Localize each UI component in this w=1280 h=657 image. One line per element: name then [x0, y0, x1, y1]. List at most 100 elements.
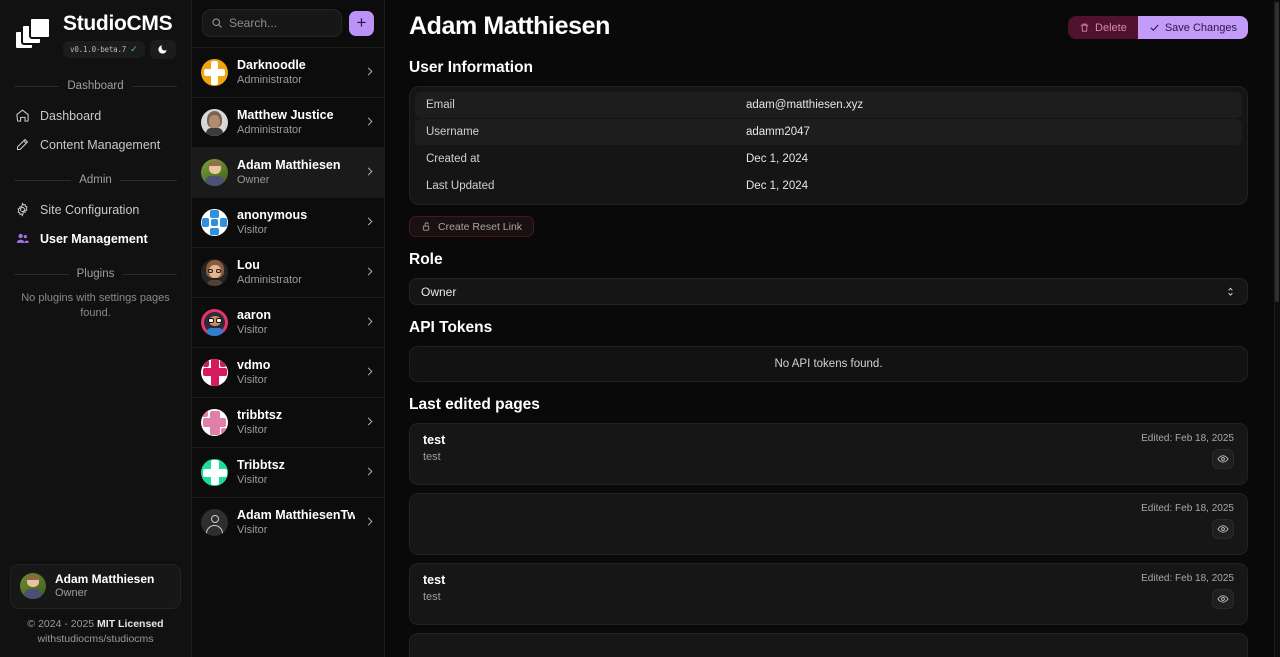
main-scrollbar-thumb[interactable] — [1275, 2, 1279, 302]
page-card[interactable]: test test Edited: Feb 18, 2025 — [409, 563, 1248, 625]
sidebar-footer: © 2024 - 2025 MIT Licensed withstudiocms… — [0, 617, 191, 657]
license-link[interactable]: MIT Licensed — [97, 618, 164, 630]
search-field-wrap[interactable] — [202, 9, 342, 37]
sidebar-item-content-management[interactable]: Content Management — [0, 130, 191, 159]
unlock-icon — [421, 221, 432, 232]
section-divider-plugins: Plugins — [0, 267, 191, 281]
user-name: Matthew Justice — [237, 107, 355, 123]
user-list-item[interactable]: Matthew Justice Administrator — [192, 97, 384, 147]
app-root: StudioCMS v0.1.0-beta.7 ✓ Dashboard — [0, 0, 1280, 657]
sidebar-item-site-configuration[interactable]: Site Configuration — [0, 195, 191, 224]
chevron-right-icon — [364, 165, 375, 180]
user-list-item[interactable]: anonymous Visitor — [192, 197, 384, 247]
avatar — [201, 509, 228, 536]
role-selected-value: Owner — [421, 285, 456, 299]
save-changes-button[interactable]: Save Changes — [1138, 16, 1248, 39]
eye-icon — [1217, 523, 1229, 535]
avatar — [201, 109, 228, 136]
avatar — [20, 573, 46, 599]
role-heading: Role — [409, 251, 1248, 269]
page-edited-date: Edited: Feb 18, 2025 — [1141, 573, 1234, 584]
section-label: Admin — [79, 174, 112, 186]
role-select[interactable]: Owner — [409, 278, 1248, 305]
user-list-item[interactable]: aaron Visitor — [192, 297, 384, 347]
pencil-square-icon — [14, 137, 30, 153]
user-role: Visitor — [237, 523, 355, 537]
user-name: Lou — [237, 257, 355, 273]
user-list-item[interactable]: tribbtsz Visitor — [192, 397, 384, 447]
page-card[interactable] — [409, 633, 1248, 657]
users-icon — [14, 231, 30, 247]
user-info-field-row[interactable]: Email adam@matthiesen.xyz — [415, 92, 1242, 118]
sidebar-item-label: Dashboard — [40, 109, 101, 123]
info-value: Dec 1, 2024 — [746, 153, 808, 165]
theme-toggle-button[interactable] — [150, 40, 176, 59]
avatar — [201, 59, 228, 86]
user-role: Visitor — [237, 473, 355, 487]
user-info-field-row[interactable]: Username adamm2047 — [415, 119, 1242, 145]
sidebar: StudioCMS v0.1.0-beta.7 ✓ Dashboard — [0, 0, 192, 657]
chevron-right-icon — [364, 415, 375, 430]
user-search-bar: + — [192, 0, 384, 47]
current-user-name: Adam Matthiesen — [55, 572, 154, 587]
user-list-item[interactable]: Darknoodle Administrator — [192, 47, 384, 97]
main-scrollbar-track[interactable] — [1274, 0, 1280, 657]
api-tokens-empty: No API tokens found. — [409, 346, 1248, 382]
chevron-right-icon — [364, 65, 375, 80]
eye-icon — [1217, 453, 1229, 465]
chevron-right-icon — [364, 465, 375, 480]
user-list-item[interactable]: Adam MatthiesenTwo Visitor — [192, 497, 384, 547]
gear-icon — [14, 202, 30, 218]
trash-icon — [1079, 22, 1090, 33]
sidebar-item-user-management[interactable]: User Management — [0, 224, 191, 253]
user-name: Darknoodle — [237, 57, 355, 73]
user-info-row: Created at Dec 1, 2024 — [415, 146, 1242, 172]
info-value[interactable]: adam@matthiesen.xyz — [746, 99, 863, 111]
chevron-right-icon — [364, 365, 375, 380]
header-actions: Delete Save Changes — [1068, 16, 1248, 39]
delete-label: Delete — [1095, 22, 1127, 34]
view-page-button[interactable] — [1212, 589, 1234, 609]
create-reset-link-button[interactable]: Create Reset Link — [409, 216, 534, 237]
chevron-right-icon — [364, 515, 375, 530]
info-value[interactable]: adamm2047 — [746, 126, 810, 138]
avatar — [201, 259, 228, 286]
add-user-button[interactable]: + — [349, 11, 374, 36]
view-page-button[interactable] — [1212, 519, 1234, 539]
current-user-card[interactable]: Adam Matthiesen Owner — [10, 564, 181, 609]
sidebar-item-dashboard[interactable]: Dashboard — [0, 101, 191, 130]
user-name: tribbtsz — [237, 407, 355, 423]
page-card[interactable]: Edited: Feb 18, 2025 — [409, 493, 1248, 555]
info-value: Dec 1, 2024 — [746, 180, 808, 192]
page-title: Adam Matthiesen — [409, 12, 610, 41]
page-card[interactable]: test test Edited: Feb 18, 2025 — [409, 423, 1248, 485]
user-list-item[interactable]: vdmo Visitor — [192, 347, 384, 397]
user-name: anonymous — [237, 207, 355, 223]
user-name: aaron — [237, 307, 355, 323]
view-page-button[interactable] — [1212, 449, 1234, 469]
user-list-item[interactable]: Tribbtsz Visitor — [192, 447, 384, 497]
user-list-item[interactable]: Adam Matthiesen Owner — [192, 147, 384, 197]
page-description: test — [423, 591, 445, 603]
user-role: Administrator — [237, 273, 355, 287]
delete-button[interactable]: Delete — [1068, 16, 1138, 39]
repo-link[interactable]: withstudiocms/studiocms — [8, 632, 183, 647]
avatar — [201, 409, 228, 436]
info-key: Last Updated — [426, 180, 746, 192]
main-header: Adam Matthiesen Delete Save Changes — [409, 0, 1248, 47]
user-role: Visitor — [237, 423, 355, 437]
chevron-right-icon — [364, 115, 375, 130]
chevron-right-icon — [364, 315, 375, 330]
user-rows-container[interactable]: Darknoodle Administrator Matthew Justice… — [192, 47, 384, 657]
user-role: Visitor — [237, 373, 355, 387]
last-edited-pages-list: test test Edited: Feb 18, 2025 Edited: F… — [409, 423, 1248, 657]
user-information-card: Email adam@matthiesen.xyzUsername adamm2… — [409, 86, 1248, 205]
page-title-text: test — [423, 573, 445, 587]
page-edited-date: Edited: Feb 18, 2025 — [1141, 503, 1234, 514]
chevron-right-icon — [364, 265, 375, 280]
page-edited-date: Edited: Feb 18, 2025 — [1141, 433, 1234, 444]
user-name: vdmo — [237, 357, 355, 373]
search-input[interactable] — [229, 16, 333, 30]
user-list-item[interactable]: Lou Administrator — [192, 247, 384, 297]
section-divider-dashboard: Dashboard — [0, 79, 191, 93]
